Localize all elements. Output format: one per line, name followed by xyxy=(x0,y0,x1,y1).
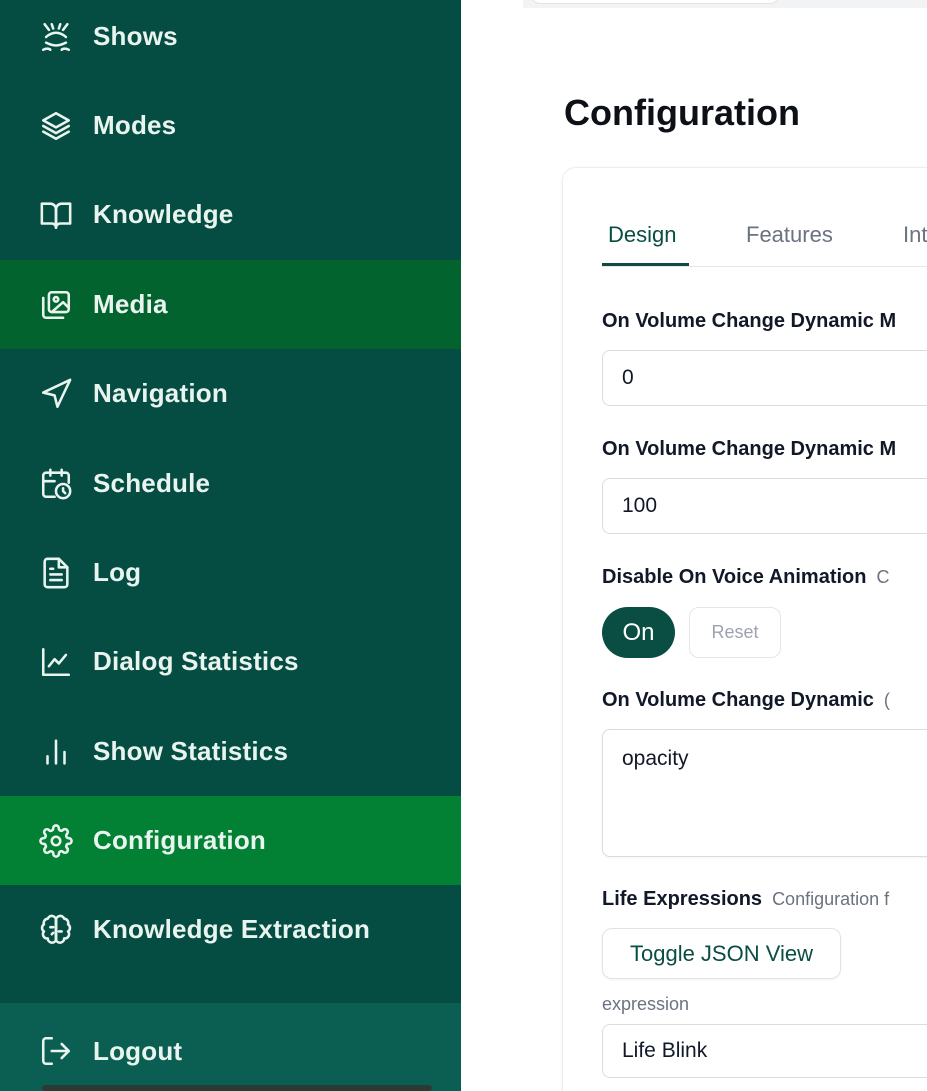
logout-label: Logout xyxy=(93,1035,183,1066)
life-expressions-label: Life Expressions Configuration f xyxy=(602,888,889,911)
bar-chart-icon xyxy=(38,734,74,770)
navigation-arrow-icon xyxy=(38,376,74,412)
volume-max-label: On Volume Change Dynamic M xyxy=(602,438,897,460)
gear-icon xyxy=(38,823,74,859)
sidebar-item-media[interactable]: Media xyxy=(0,260,461,349)
sidebar: Shows Modes Knowledge Media Navigation S… xyxy=(0,0,461,1091)
top-search-pill[interactable] xyxy=(531,0,779,4)
tab-design[interactable]: Design xyxy=(608,222,676,248)
line-chart-icon xyxy=(38,644,74,680)
brain-icon xyxy=(38,912,74,948)
logout-button[interactable]: Logout xyxy=(0,1021,461,1081)
dynamic-property-title: On Volume Change Dynamic xyxy=(602,689,874,711)
calendar-clock-icon xyxy=(38,466,74,502)
tab-features[interactable]: Features xyxy=(746,222,833,248)
sidebar-item-label: Knowledge xyxy=(93,199,234,229)
sidebar-item-label: Shows xyxy=(93,21,178,51)
voice-animation-label: Disable On Voice Animation C xyxy=(602,566,890,589)
active-tab-indicator xyxy=(602,263,689,266)
shows-icon xyxy=(38,19,74,55)
sidebar-item-label: Configuration xyxy=(93,825,267,855)
image-gallery-icon xyxy=(38,287,74,323)
life-expressions-title: Life Expressions xyxy=(602,888,763,910)
volume-max-input[interactable] xyxy=(602,478,927,534)
dynamic-property-textarea[interactable]: opacity xyxy=(602,729,927,857)
reset-button[interactable]: Reset xyxy=(689,607,781,658)
sidebar-footer: Logout xyxy=(0,1003,461,1091)
page-title: Configuration xyxy=(564,92,800,133)
sidebar-item-show-statistics[interactable]: Show Statistics xyxy=(0,707,461,796)
voice-animation-title: Disable On Voice Animation xyxy=(602,566,867,588)
sidebar-item-navigation[interactable]: Navigation xyxy=(0,349,461,438)
sidebar-item-modes[interactable]: Modes xyxy=(0,81,461,170)
sidebar-item-label: Modes xyxy=(93,110,177,140)
expression-input[interactable] xyxy=(602,1024,927,1078)
sidebar-item-log[interactable]: Log xyxy=(0,528,461,617)
sidebar-item-schedule[interactable]: Schedule xyxy=(0,439,461,528)
document-icon xyxy=(38,555,74,591)
book-icon xyxy=(38,197,74,233)
sidebar-item-label: Navigation xyxy=(93,378,228,408)
sidebar-item-configuration[interactable]: Configuration xyxy=(0,796,461,885)
sidebar-item-dialog-statistics[interactable]: Dialog Statistics xyxy=(0,617,461,706)
volume-min-input[interactable] xyxy=(602,350,927,406)
voice-animation-hint: C xyxy=(876,567,890,587)
sidebar-item-label: Show Statistics xyxy=(93,736,289,766)
sidebar-item-shows[interactable]: Shows xyxy=(0,0,461,81)
sidebar-item-knowledge[interactable]: Knowledge xyxy=(0,170,461,259)
layers-icon xyxy=(38,108,74,144)
dynamic-property-label: On Volume Change Dynamic ( xyxy=(602,689,890,712)
tab-integrations[interactable]: Int xyxy=(903,222,927,248)
sidebar-item-label: Schedule xyxy=(93,468,211,498)
tab-bar: Design Features Int xyxy=(601,220,927,267)
dynamic-property-hint: ( xyxy=(883,690,890,710)
sidebar-item-label: Knowledge Extraction xyxy=(93,914,371,944)
life-expressions-hint: Configuration f xyxy=(772,889,890,909)
sidebar-item-label: Media xyxy=(93,289,168,319)
sidebar-scrollbar[interactable] xyxy=(42,1085,432,1091)
sidebar-item-label: Dialog Statistics xyxy=(93,646,299,676)
sidebar-item-knowledge-extraction[interactable]: Knowledge Extraction xyxy=(0,885,461,974)
sidebar-item-label: Log xyxy=(93,557,142,587)
volume-min-label: On Volume Change Dynamic M xyxy=(602,310,897,332)
app-root: Shows Modes Knowledge Media Navigation S… xyxy=(0,0,927,1091)
expression-label: expression xyxy=(602,994,690,1014)
logout-icon xyxy=(38,1033,74,1069)
toggle-json-view-button[interactable]: Toggle JSON View xyxy=(602,928,841,979)
voice-animation-toggle[interactable]: On xyxy=(602,607,675,658)
